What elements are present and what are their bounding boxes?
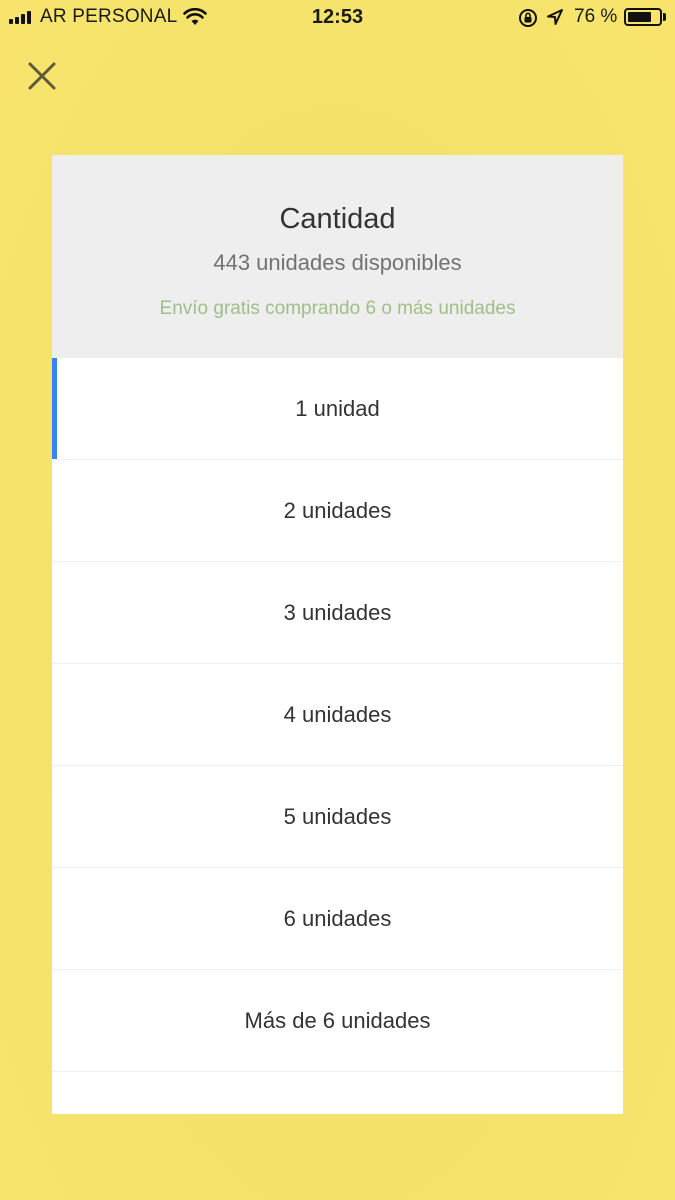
battery-cap (663, 13, 666, 21)
quantity-option-4[interactable]: 4 unidades (52, 664, 623, 766)
dialog-title: Cantidad (279, 203, 396, 235)
battery-icon (624, 8, 662, 26)
battery-level (628, 12, 651, 22)
quantity-option-1[interactable]: 1 unidad (52, 358, 623, 460)
available-units: 443 unidades disponibles (213, 250, 462, 275)
option-label: Más de 6 unidades (244, 1007, 431, 1033)
option-label: 3 unidades (283, 599, 392, 625)
battery-percentage: 76 % (574, 6, 618, 27)
quantity-option-5[interactable]: 5 unidades (52, 766, 623, 868)
close-icon (28, 62, 56, 90)
quantity-option-6[interactable]: 6 unidades (52, 868, 623, 970)
location-arrow-icon (547, 9, 563, 25)
free-shipping-note: Envío gratis comprando 6 o más unidades (159, 298, 516, 319)
quantity-option-list: 1 unidad 2 unidades 3 unidades 4 unidade… (52, 358, 623, 1072)
option-label: 6 unidades (283, 905, 392, 931)
dialog-header: Cantidad 443 unidades disponibles Envío … (52, 155, 623, 358)
close-button[interactable] (26, 60, 58, 92)
status-bar: AR PERSONAL 12:53 76 % (0, 0, 675, 36)
option-label: 5 unidades (283, 803, 392, 829)
option-label: 1 unidad (295, 395, 380, 421)
quantity-option-3[interactable]: 3 unidades (52, 562, 623, 664)
quantity-option-2[interactable]: 2 unidades (52, 460, 623, 562)
option-label: 2 unidades (283, 497, 392, 523)
rotation-lock-icon (519, 9, 537, 27)
quantity-dialog: Cantidad 443 unidades disponibles Envío … (52, 155, 623, 1114)
quantity-option-more[interactable]: Más de 6 unidades (52, 970, 623, 1072)
option-label: 4 unidades (283, 701, 392, 727)
